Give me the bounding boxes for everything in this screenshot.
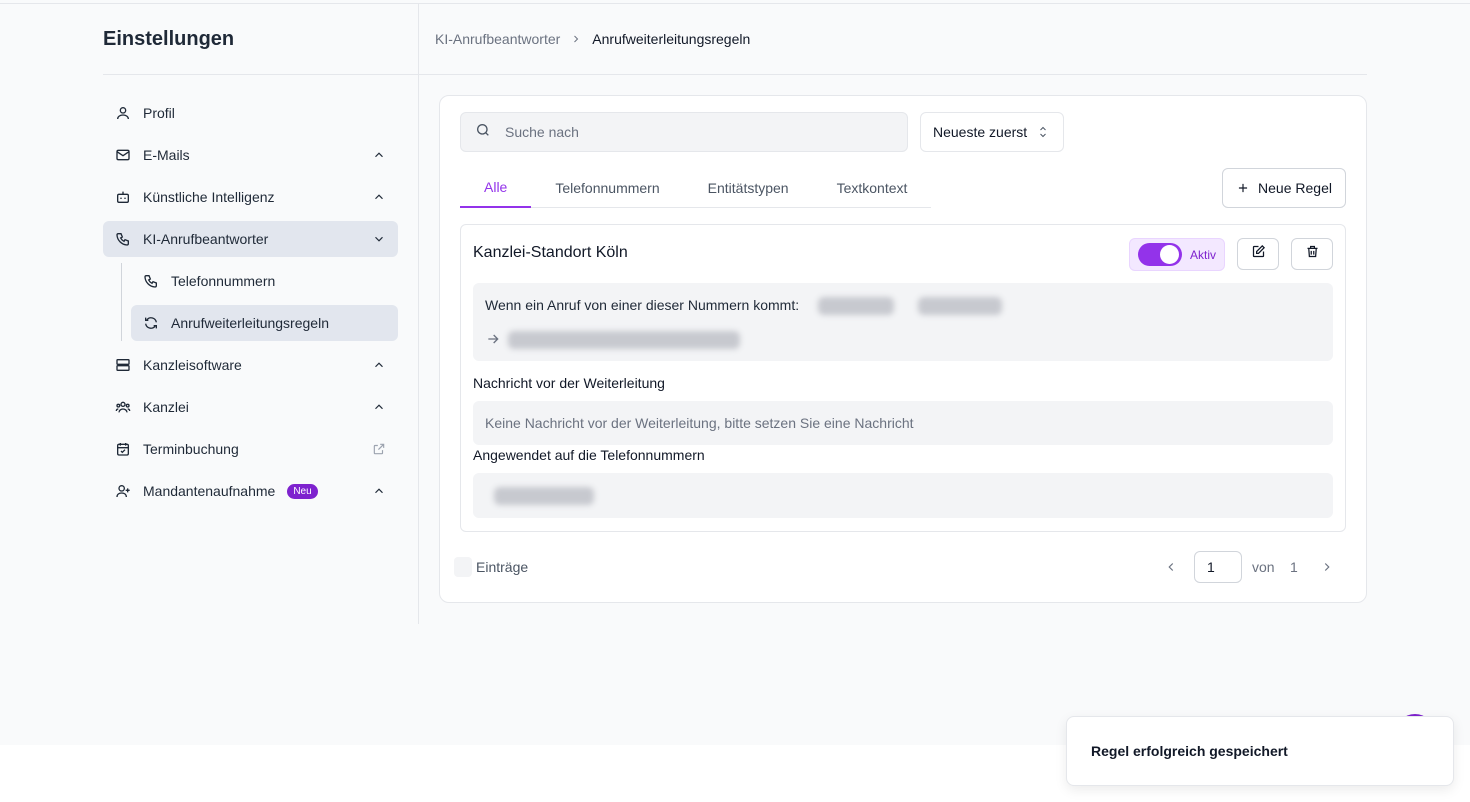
chevron-up-icon bbox=[372, 148, 386, 162]
user-icon bbox=[115, 105, 131, 121]
tab-alle[interactable]: Alle bbox=[460, 168, 532, 208]
sidebar-item-label: Kanzleisoftware bbox=[143, 357, 242, 373]
refresh-icon bbox=[143, 315, 159, 331]
sidebar-item-kuenstliche-intelligenz[interactable]: Künstliche Intelligenz bbox=[103, 179, 398, 215]
condition-box bbox=[473, 283, 1333, 361]
sidebar-item-kanzlei[interactable]: Kanzlei bbox=[103, 389, 398, 425]
entries-count bbox=[454, 557, 472, 577]
blurred-forward-target bbox=[508, 331, 740, 349]
page-input[interactable]: 1 bbox=[1194, 551, 1242, 583]
blurred-phone-number bbox=[818, 297, 894, 315]
new-rule-label: Neue Regel bbox=[1258, 180, 1332, 196]
sidebar-subitem-telefonnummern[interactable]: Telefonnummern bbox=[131, 263, 398, 299]
sidebar-item-label: Terminbuchung bbox=[143, 441, 239, 457]
blurred-phone-number bbox=[918, 297, 1002, 315]
sort-select[interactable]: Neueste zuerst bbox=[920, 112, 1064, 152]
tab-textkontext[interactable]: Textkontext bbox=[813, 168, 932, 207]
message-label: Nachricht vor der Weiterleitung bbox=[473, 375, 665, 391]
entries-label: Einträge bbox=[476, 559, 529, 575]
server-icon bbox=[115, 357, 131, 373]
trash-icon bbox=[1305, 244, 1320, 264]
page-of-label: von bbox=[1252, 559, 1275, 575]
sidebar-item-kanzleisoftware[interactable]: Kanzleisoftware bbox=[103, 347, 398, 383]
sidebar-item-terminbuchung[interactable]: Terminbuchung bbox=[103, 431, 398, 467]
chevron-up-icon bbox=[372, 358, 386, 372]
sidebar-item-profil[interactable]: Profil bbox=[103, 95, 398, 131]
chevrons-up-down-icon bbox=[1037, 125, 1049, 142]
sidebar-item-ki-anrufbeantworter[interactable]: KI-Anrufbeantworter bbox=[103, 221, 398, 257]
blurred-applied-phone bbox=[494, 487, 594, 505]
delete-button[interactable] bbox=[1291, 238, 1333, 270]
tab-telefonnummern[interactable]: Telefonnummern bbox=[531, 168, 683, 207]
submenu-line bbox=[121, 263, 122, 341]
sidebar-item-label: E-Mails bbox=[143, 147, 190, 163]
user-plus-icon bbox=[115, 483, 131, 499]
breadcrumb: KI-Anrufbeantworter Anrufweiterleitungsr… bbox=[435, 31, 750, 47]
search-box[interactable] bbox=[460, 112, 908, 152]
edit-button[interactable] bbox=[1237, 238, 1279, 270]
new-badge: Neu bbox=[287, 483, 318, 499]
new-rule-button[interactable]: Neue Regel bbox=[1222, 168, 1346, 208]
chevron-up-icon bbox=[372, 400, 386, 414]
plus-icon bbox=[1236, 181, 1250, 195]
applied-label: Angewendet auf die Telefonnummern bbox=[473, 447, 705, 463]
calendar-check-icon bbox=[115, 441, 131, 457]
chevron-right-icon[interactable] bbox=[1320, 560, 1334, 574]
sidebar-item-label: KI-Anrufbeantworter bbox=[143, 231, 269, 247]
page-total: 1 bbox=[1290, 559, 1298, 575]
sidebar-item-emails[interactable]: E-Mails bbox=[103, 137, 398, 173]
chevron-left-icon[interactable] bbox=[1164, 560, 1178, 574]
phone-icon bbox=[143, 273, 159, 289]
breadcrumb-item-ki-anrufbeantworter[interactable]: KI-Anrufbeantworter bbox=[435, 31, 560, 47]
top-divider bbox=[0, 3, 1470, 4]
sidebar-item-mandantenaufnahme[interactable]: Mandantenaufnahme Neu bbox=[103, 473, 398, 509]
toggle-switch[interactable] bbox=[1138, 243, 1182, 266]
sidebar-item-label: Kanzlei bbox=[143, 399, 189, 415]
arrow-right-icon bbox=[485, 331, 501, 347]
chevron-up-icon bbox=[372, 190, 386, 204]
sidebar-item-label: Profil bbox=[143, 105, 175, 121]
header-divider bbox=[103, 74, 1367, 75]
sidebar-item-label: Mandantenaufnahme bbox=[143, 483, 276, 499]
filter-tabs: Alle Telefonnummern Entitätstypen Textko… bbox=[460, 168, 931, 208]
rule-title: Kanzlei-Standort Köln bbox=[473, 244, 628, 261]
sidebar-item-label: Künstliche Intelligenz bbox=[143, 189, 275, 205]
settings-title: Einstellungen bbox=[103, 28, 235, 50]
bot-icon bbox=[115, 189, 131, 205]
breadcrumb-item-current: Anrufweiterleitungsregeln bbox=[592, 31, 751, 47]
active-toggle[interactable]: Aktiv bbox=[1129, 238, 1225, 271]
mail-icon bbox=[115, 147, 131, 163]
edit-icon bbox=[1251, 244, 1266, 264]
phone-icon bbox=[115, 231, 131, 247]
chevron-down-icon bbox=[372, 232, 386, 246]
search-icon bbox=[475, 122, 491, 143]
users-icon bbox=[115, 399, 131, 415]
toggle-status-label: Aktiv bbox=[1190, 247, 1217, 262]
tab-entitaetstypen[interactable]: Entitätstypen bbox=[684, 168, 813, 207]
sort-label: Neueste zuerst bbox=[933, 124, 1028, 140]
success-toast: Regel erfolgreich gespeichert bbox=[1066, 716, 1454, 786]
chevron-up-icon bbox=[372, 484, 386, 498]
message-box: Keine Nachricht vor der Weiterleitung, b… bbox=[473, 401, 1333, 445]
toggle-knob bbox=[1160, 245, 1179, 264]
search-input[interactable] bbox=[505, 124, 885, 140]
sidebar-subitem-label: Anrufweiterleitungsregeln bbox=[171, 315, 329, 331]
condition-text: Wenn ein Anruf von einer dieser Nummern … bbox=[485, 297, 800, 313]
sidebar-subitem-anrufweiterleitungsregeln[interactable]: Anrufweiterleitungsregeln bbox=[131, 305, 398, 341]
applied-phones-box bbox=[473, 473, 1333, 518]
vertical-divider bbox=[418, 4, 419, 624]
sidebar-subitem-label: Telefonnummern bbox=[171, 273, 276, 289]
chevron-right-icon bbox=[570, 33, 582, 45]
external-link-icon bbox=[372, 442, 386, 456]
